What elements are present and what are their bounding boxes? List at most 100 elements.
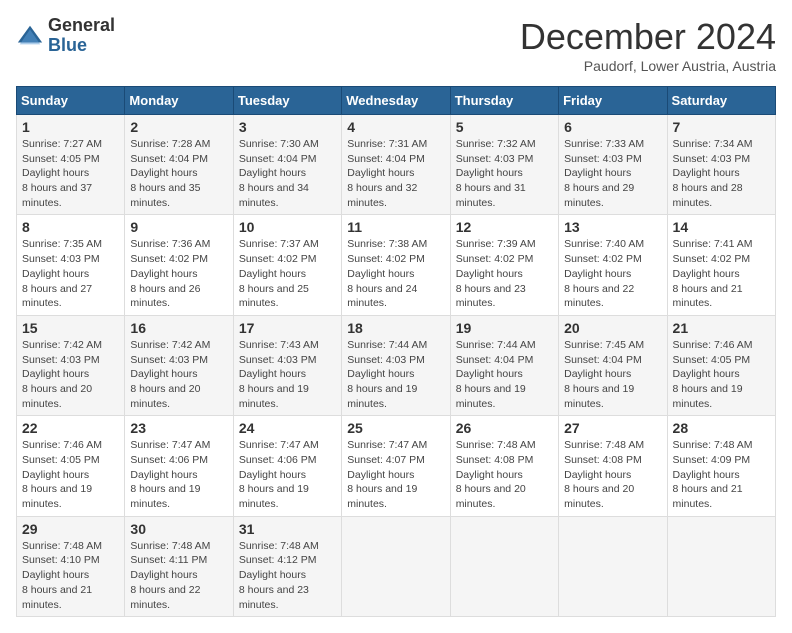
day-info: Sunrise: 7:43 AM Sunset: 4:03 PM Dayligh…	[239, 338, 336, 411]
day-info: Sunrise: 7:28 AM Sunset: 4:04 PM Dayligh…	[130, 137, 227, 210]
table-row: 18 Sunrise: 7:44 AM Sunset: 4:03 PM Dayl…	[342, 315, 450, 415]
day-info: Sunrise: 7:36 AM Sunset: 4:02 PM Dayligh…	[130, 237, 227, 310]
table-row: 31 Sunrise: 7:48 AM Sunset: 4:12 PM Dayl…	[233, 516, 341, 616]
day-number: 27	[564, 420, 661, 436]
day-info: Sunrise: 7:27 AM Sunset: 4:05 PM Dayligh…	[22, 137, 119, 210]
day-info: Sunrise: 7:38 AM Sunset: 4:02 PM Dayligh…	[347, 237, 444, 310]
day-number: 7	[673, 119, 770, 135]
table-row: 7 Sunrise: 7:34 AM Sunset: 4:03 PM Dayli…	[667, 115, 775, 215]
title-area: December 2024 Paudorf, Lower Austria, Au…	[520, 16, 776, 74]
day-number: 29	[22, 521, 119, 537]
calendar-week-row: 15 Sunrise: 7:42 AM Sunset: 4:03 PM Dayl…	[17, 315, 776, 415]
day-number: 22	[22, 420, 119, 436]
day-info: Sunrise: 7:42 AM Sunset: 4:03 PM Dayligh…	[130, 338, 227, 411]
table-row: 22 Sunrise: 7:46 AM Sunset: 4:05 PM Dayl…	[17, 416, 125, 516]
table-row: 8 Sunrise: 7:35 AM Sunset: 4:03 PM Dayli…	[17, 215, 125, 315]
day-number: 14	[673, 219, 770, 235]
day-info: Sunrise: 7:47 AM Sunset: 4:07 PM Dayligh…	[347, 438, 444, 511]
day-info: Sunrise: 7:32 AM Sunset: 4:03 PM Dayligh…	[456, 137, 553, 210]
table-row	[450, 516, 558, 616]
day-info: Sunrise: 7:30 AM Sunset: 4:04 PM Dayligh…	[239, 137, 336, 210]
table-row: 6 Sunrise: 7:33 AM Sunset: 4:03 PM Dayli…	[559, 115, 667, 215]
table-row: 28 Sunrise: 7:48 AM Sunset: 4:09 PM Dayl…	[667, 416, 775, 516]
day-number: 17	[239, 320, 336, 336]
day-number: 19	[456, 320, 553, 336]
table-row: 15 Sunrise: 7:42 AM Sunset: 4:03 PM Dayl…	[17, 315, 125, 415]
table-row: 2 Sunrise: 7:28 AM Sunset: 4:04 PM Dayli…	[125, 115, 233, 215]
table-row	[559, 516, 667, 616]
table-row: 24 Sunrise: 7:47 AM Sunset: 4:06 PM Dayl…	[233, 416, 341, 516]
day-number: 20	[564, 320, 661, 336]
table-row: 27 Sunrise: 7:48 AM Sunset: 4:08 PM Dayl…	[559, 416, 667, 516]
table-row: 4 Sunrise: 7:31 AM Sunset: 4:04 PM Dayli…	[342, 115, 450, 215]
day-number: 1	[22, 119, 119, 135]
day-number: 28	[673, 420, 770, 436]
day-info: Sunrise: 7:44 AM Sunset: 4:03 PM Dayligh…	[347, 338, 444, 411]
table-row: 29 Sunrise: 7:48 AM Sunset: 4:10 PM Dayl…	[17, 516, 125, 616]
day-info: Sunrise: 7:47 AM Sunset: 4:06 PM Dayligh…	[239, 438, 336, 511]
day-info: Sunrise: 7:48 AM Sunset: 4:10 PM Dayligh…	[22, 539, 119, 612]
day-info: Sunrise: 7:41 AM Sunset: 4:02 PM Dayligh…	[673, 237, 770, 310]
table-row: 17 Sunrise: 7:43 AM Sunset: 4:03 PM Dayl…	[233, 315, 341, 415]
calendar-week-row: 1 Sunrise: 7:27 AM Sunset: 4:05 PM Dayli…	[17, 115, 776, 215]
day-info: Sunrise: 7:47 AM Sunset: 4:06 PM Dayligh…	[130, 438, 227, 511]
day-number: 11	[347, 219, 444, 235]
day-info: Sunrise: 7:48 AM Sunset: 4:11 PM Dayligh…	[130, 539, 227, 612]
header: General Blue December 2024 Paudorf, Lowe…	[16, 16, 776, 74]
table-row: 11 Sunrise: 7:38 AM Sunset: 4:02 PM Dayl…	[342, 215, 450, 315]
calendar-table: Sunday Monday Tuesday Wednesday Thursday…	[16, 86, 776, 617]
day-number: 9	[130, 219, 227, 235]
month-title: December 2024	[520, 16, 776, 58]
calendar-week-row: 8 Sunrise: 7:35 AM Sunset: 4:03 PM Dayli…	[17, 215, 776, 315]
day-number: 5	[456, 119, 553, 135]
calendar-week-row: 22 Sunrise: 7:46 AM Sunset: 4:05 PM Dayl…	[17, 416, 776, 516]
day-info: Sunrise: 7:48 AM Sunset: 4:12 PM Dayligh…	[239, 539, 336, 612]
table-row: 16 Sunrise: 7:42 AM Sunset: 4:03 PM Dayl…	[125, 315, 233, 415]
col-thursday: Thursday	[450, 87, 558, 115]
day-number: 30	[130, 521, 227, 537]
day-info: Sunrise: 7:48 AM Sunset: 4:08 PM Dayligh…	[456, 438, 553, 511]
table-row: 25 Sunrise: 7:47 AM Sunset: 4:07 PM Dayl…	[342, 416, 450, 516]
table-row: 12 Sunrise: 7:39 AM Sunset: 4:02 PM Dayl…	[450, 215, 558, 315]
table-row: 13 Sunrise: 7:40 AM Sunset: 4:02 PM Dayl…	[559, 215, 667, 315]
logo-icon	[16, 22, 44, 50]
day-info: Sunrise: 7:37 AM Sunset: 4:02 PM Dayligh…	[239, 237, 336, 310]
table-row: 14 Sunrise: 7:41 AM Sunset: 4:02 PM Dayl…	[667, 215, 775, 315]
col-friday: Friday	[559, 87, 667, 115]
day-number: 18	[347, 320, 444, 336]
day-info: Sunrise: 7:42 AM Sunset: 4:03 PM Dayligh…	[22, 338, 119, 411]
day-number: 4	[347, 119, 444, 135]
calendar-header-row: Sunday Monday Tuesday Wednesday Thursday…	[17, 87, 776, 115]
day-number: 12	[456, 219, 553, 235]
day-number: 16	[130, 320, 227, 336]
day-info: Sunrise: 7:35 AM Sunset: 4:03 PM Dayligh…	[22, 237, 119, 310]
day-number: 2	[130, 119, 227, 135]
table-row	[667, 516, 775, 616]
table-row: 30 Sunrise: 7:48 AM Sunset: 4:11 PM Dayl…	[125, 516, 233, 616]
table-row: 21 Sunrise: 7:46 AM Sunset: 4:05 PM Dayl…	[667, 315, 775, 415]
day-number: 6	[564, 119, 661, 135]
day-number: 10	[239, 219, 336, 235]
calendar-week-row: 29 Sunrise: 7:48 AM Sunset: 4:10 PM Dayl…	[17, 516, 776, 616]
col-tuesday: Tuesday	[233, 87, 341, 115]
day-number: 8	[22, 219, 119, 235]
day-info: Sunrise: 7:46 AM Sunset: 4:05 PM Dayligh…	[22, 438, 119, 511]
day-info: Sunrise: 7:31 AM Sunset: 4:04 PM Dayligh…	[347, 137, 444, 210]
day-number: 25	[347, 420, 444, 436]
col-monday: Monday	[125, 87, 233, 115]
col-saturday: Saturday	[667, 87, 775, 115]
day-number: 21	[673, 320, 770, 336]
day-info: Sunrise: 7:44 AM Sunset: 4:04 PM Dayligh…	[456, 338, 553, 411]
table-row: 10 Sunrise: 7:37 AM Sunset: 4:02 PM Dayl…	[233, 215, 341, 315]
day-number: 31	[239, 521, 336, 537]
day-info: Sunrise: 7:40 AM Sunset: 4:02 PM Dayligh…	[564, 237, 661, 310]
logo-general-text: General	[48, 15, 115, 35]
table-row: 3 Sunrise: 7:30 AM Sunset: 4:04 PM Dayli…	[233, 115, 341, 215]
day-number: 24	[239, 420, 336, 436]
col-wednesday: Wednesday	[342, 87, 450, 115]
day-info: Sunrise: 7:48 AM Sunset: 4:08 PM Dayligh…	[564, 438, 661, 511]
logo: General Blue	[16, 16, 115, 56]
day-info: Sunrise: 7:39 AM Sunset: 4:02 PM Dayligh…	[456, 237, 553, 310]
table-row: 9 Sunrise: 7:36 AM Sunset: 4:02 PM Dayli…	[125, 215, 233, 315]
logo-blue-text: Blue	[48, 35, 87, 55]
